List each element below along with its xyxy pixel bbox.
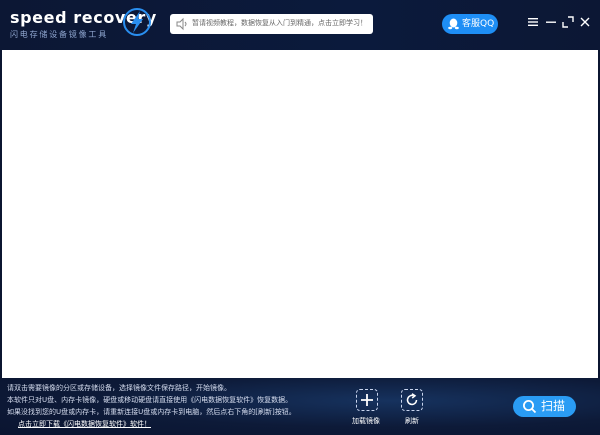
menu-icon[interactable] [526, 15, 540, 29]
load-image-label: 加载镜像 [352, 417, 380, 425]
scan-button[interactable]: 扫描 [513, 396, 576, 417]
footer-bar: 请双击需要镜像的分区或存储设备，选择镜像文件保存路径，开始镜像。 本软件只对U盘… [0, 378, 600, 435]
refresh-label: 刷新 [405, 417, 419, 425]
notice-bar[interactable]: 暂请视频教程，数据恢复从入门到精通，点击立即学习！ [170, 14, 373, 34]
lightning-bolt-icon [123, 8, 151, 36]
minimize-icon[interactable] [544, 15, 558, 29]
instruction-line: 本软件只对U盘、内存卡镜像，硬盘或移动硬盘请直接使用《闪电数据恢复软件》恢复数据… [7, 396, 293, 404]
maximize-icon[interactable] [561, 15, 575, 29]
load-image-button[interactable] [356, 389, 378, 411]
instruction-line: 如果没找到您的U盘或内存卡，请重新连接U盘或内存卡到电脑，然后点右下角的[刷新]… [7, 408, 296, 416]
search-icon [523, 400, 537, 414]
plus-icon [361, 394, 373, 406]
customer-service-qq-button[interactable]: 客服QQ [442, 14, 498, 34]
qq-penguin-icon [448, 18, 459, 30]
instruction-line: 请双击需要镜像的分区或存储设备，选择镜像文件保存路径，开始镜像。 [7, 384, 231, 392]
close-icon[interactable] [578, 15, 592, 29]
logo-subtitle: 闪电存储设备镜像工具 [10, 30, 108, 39]
refresh-button[interactable] [401, 389, 423, 411]
scan-label: 扫描 [541, 399, 566, 413]
refresh-icon [406, 393, 418, 406]
app-logo: speed recovery 闪电存储设备镜像工具 [8, 6, 158, 44]
notice-text[interactable]: 暂请视频教程，数据恢复从入门到精通，点击立即学习！ [192, 18, 367, 28]
download-recovery-link[interactable]: 点击立即下载《闪电数据恢复软件》软件！ [18, 419, 151, 429]
qq-label: 客服QQ [462, 19, 495, 29]
title-bar: speed recovery 闪电存储设备镜像工具 暂请视频教程，数据恢复从入门… [0, 0, 600, 50]
app-window: speed recovery 闪电存储设备镜像工具 暂请视频教程，数据恢复从入门… [0, 0, 600, 435]
speaker-icon [176, 17, 187, 31]
device-list-panel[interactable] [2, 50, 598, 378]
